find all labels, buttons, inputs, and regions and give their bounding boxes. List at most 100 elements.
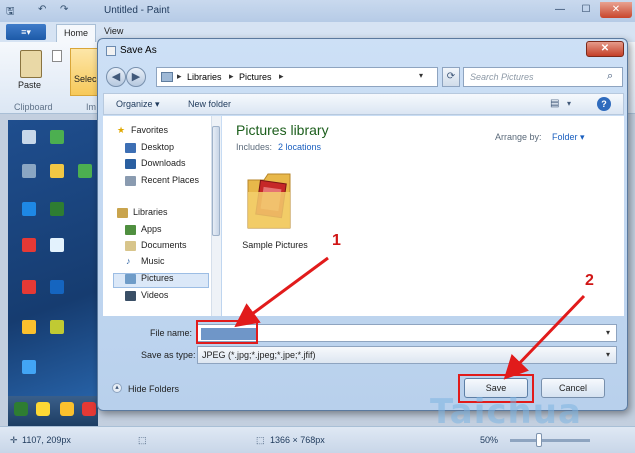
zalo-icon	[50, 238, 64, 252]
arrange-by-dropdown[interactable]: Folder ▾	[552, 132, 585, 143]
nav-videos[interactable]: Videos	[141, 290, 168, 300]
dialog-title: Save As	[120, 45, 157, 56]
file-pane: Pictures library Includes: 2 locations A…	[222, 116, 624, 316]
zoom-slider[interactable]	[510, 439, 590, 442]
tab-view[interactable]: View	[104, 26, 123, 36]
address-bar[interactable]: ▸ Libraries ▸ Pictures ▸ ▾	[156, 67, 438, 87]
app-icon	[50, 280, 64, 294]
chevron-down-icon[interactable]: ▾	[606, 328, 610, 337]
minimize-button[interactable]: —	[548, 2, 572, 18]
paint-titlebar: 🖫 ↶ ↷ Untitled - Paint — ☐ ✕	[0, 0, 635, 22]
dialog-close-button[interactable]: ✕	[586, 41, 624, 57]
annotation-highlight-filename	[196, 320, 258, 344]
paint-menu-button[interactable]: ≡▾	[6, 24, 46, 40]
breadcrumb-separator[interactable]: ▸	[229, 71, 234, 82]
select-label: Selec	[74, 74, 97, 84]
save-icon[interactable]: 🖫	[6, 4, 15, 21]
refresh-button[interactable]: ⟳	[442, 67, 460, 87]
image-group-label: Im	[86, 102, 96, 112]
breadcrumb-separator[interactable]: ▸	[279, 71, 284, 82]
save-as-type-label: Save as type:	[141, 350, 196, 360]
search-input[interactable]: Search Pictures ⌕	[463, 67, 623, 87]
nav-apps[interactable]: Apps	[141, 224, 162, 234]
recycle-bin-icon	[22, 164, 36, 178]
library-title: Pictures library	[236, 122, 329, 138]
forward-button[interactable]: ▶	[126, 67, 146, 87]
downloads-icon	[125, 159, 136, 169]
computer-icon	[22, 130, 36, 144]
save-as-type-value: JPEG (*.jpg;*.jpeg;*.jpe;*.jfif)	[202, 350, 316, 360]
cursor-icon: ✛	[10, 435, 18, 445]
image-dimensions: 1366 × 768px	[270, 435, 325, 445]
file-name-field[interactable]: ▾	[197, 324, 617, 342]
nav-scrollbar-thumb[interactable]	[212, 126, 220, 236]
close-button[interactable]: ✕	[600, 2, 632, 18]
nav-desktop[interactable]: Desktop	[141, 142, 174, 152]
undo-icon[interactable]: ↶	[38, 4, 46, 15]
tab-home[interactable]: Home	[56, 24, 96, 42]
nav-documents[interactable]: Documents	[141, 240, 187, 250]
app-icon	[22, 238, 36, 252]
nav-libraries[interactable]: Libraries	[133, 207, 168, 217]
select-button[interactable]	[70, 48, 98, 96]
app-icon	[22, 280, 36, 294]
app-icon	[50, 320, 64, 334]
chevron-down-icon[interactable]: ▾	[419, 71, 423, 80]
chevron-down-icon[interactable]: ▾	[606, 350, 610, 359]
organize-button[interactable]: Organize ▾	[116, 99, 160, 110]
paste-label[interactable]: Paste	[18, 80, 41, 90]
app-icon	[50, 164, 64, 178]
nav-pictures[interactable]: Pictures	[141, 273, 174, 283]
nav-music[interactable]: Music	[141, 256, 165, 266]
copy-icon[interactable]	[52, 50, 62, 62]
search-placeholder: Search Pictures	[470, 72, 534, 82]
save-as-dialog: Save As ✕ ◀ ▶ ▸ Libraries ▸ Pictures ▸ ▾…	[97, 38, 628, 411]
desktop-taskbar-image	[8, 396, 98, 426]
breadcrumb-separator[interactable]: ▸	[177, 71, 182, 82]
nav-favorites[interactable]: Favorites	[131, 125, 168, 135]
breadcrumb-libraries[interactable]: Libraries	[187, 72, 222, 82]
app-icon	[50, 202, 64, 216]
help-button[interactable]: ?	[597, 97, 611, 111]
zoom-slider-thumb[interactable]	[536, 433, 542, 447]
app-icon	[82, 402, 96, 416]
arrange-by-label: Arrange by:	[495, 132, 542, 142]
redo-icon[interactable]: ↷	[60, 4, 68, 15]
breadcrumb-pictures[interactable]: Pictures	[239, 72, 272, 82]
documents-icon	[125, 241, 136, 251]
back-button[interactable]: ◀	[106, 67, 126, 87]
locations-link[interactable]: 2 locations	[278, 142, 321, 152]
recent-places-icon	[125, 176, 136, 186]
hide-folders-button[interactable]: Hide Folders	[128, 384, 179, 394]
views-icon[interactable]: ▤	[550, 98, 559, 109]
folder-label[interactable]: Sample Pictures	[227, 240, 323, 250]
file-name-label: File name:	[150, 328, 193, 338]
chevron-up-icon[interactable]: ▴	[112, 383, 122, 393]
save-as-type-select[interactable]: JPEG (*.jpg;*.jpeg;*.jpe;*.jfif) ▾	[197, 346, 617, 364]
chevron-down-icon[interactable]: ▾	[567, 99, 571, 108]
annotation-step-2: 2	[585, 272, 594, 289]
paint-app-icon	[106, 46, 116, 56]
videos-icon	[125, 291, 136, 301]
pictures-icon	[125, 274, 136, 284]
paste-icon[interactable]	[20, 50, 42, 78]
app-icon	[78, 164, 92, 178]
nav-recent-places[interactable]: Recent Places	[141, 175, 199, 185]
libraries-icon	[161, 72, 173, 82]
app-icon	[22, 360, 36, 374]
libraries-icon	[117, 208, 128, 218]
image-size-icon: ⬚	[256, 435, 265, 445]
nav-downloads[interactable]: Downloads	[141, 158, 186, 168]
music-icon: ♪	[126, 256, 131, 266]
maximize-button[interactable]: ☐	[574, 2, 598, 18]
clipboard-group-label: Clipboard	[14, 102, 53, 112]
includes-label: Includes:	[236, 142, 273, 152]
selection-icon: ⬚	[138, 435, 147, 445]
folder-icon[interactable]	[246, 166, 292, 232]
new-folder-button[interactable]: New folder	[188, 99, 231, 109]
window-title: Untitled - Paint	[104, 5, 170, 16]
cursor-position: 1107, 209px	[22, 435, 71, 445]
desktop-icon	[125, 143, 136, 153]
search-icon[interactable]: ⌕	[607, 70, 613, 83]
command-bar: Organize ▾ New folder ▤ ▾ ?	[103, 93, 624, 115]
